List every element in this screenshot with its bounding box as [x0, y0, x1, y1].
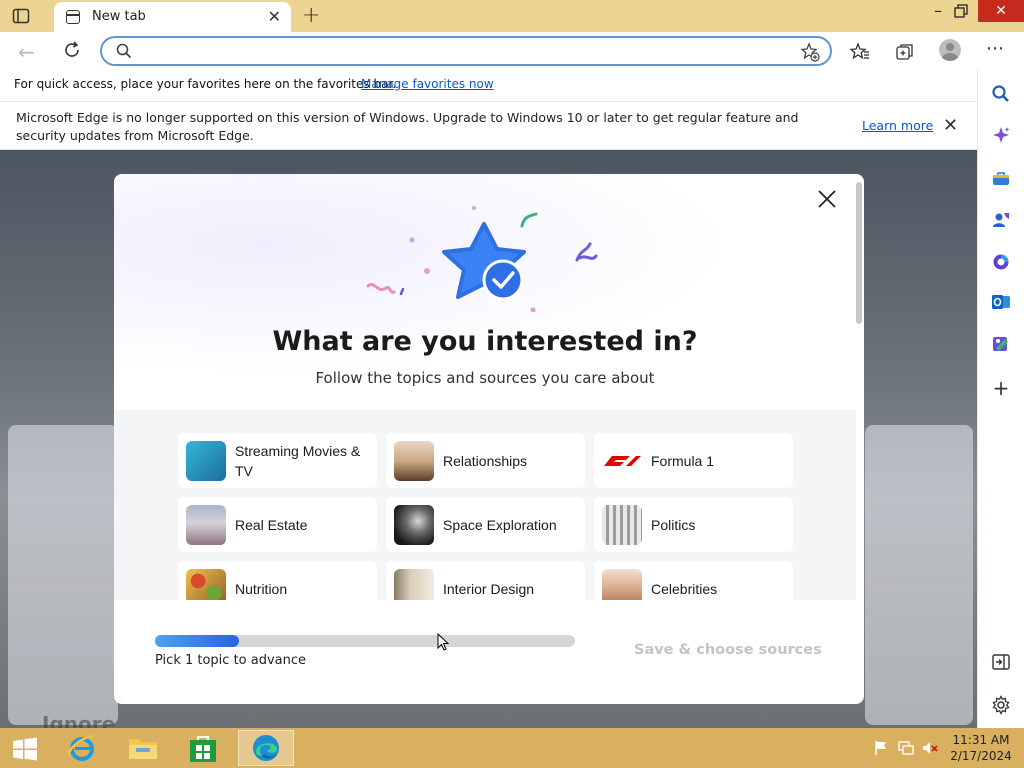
- collections-icon[interactable]: [895, 42, 915, 62]
- more-options-icon[interactable]: ⋯: [986, 38, 1005, 59]
- info-bar-close-icon[interactable]: ✕: [943, 115, 958, 136]
- topic-label: Real Estate: [235, 516, 308, 533]
- refresh-icon[interactable]: [62, 40, 82, 60]
- save-choose-sources-button[interactable]: Save & choose sources: [634, 642, 822, 658]
- topics-grid: Streaming Movies & TV Relationships Form…: [114, 410, 856, 600]
- formula1-logo: [604, 456, 641, 466]
- dialog-scrollbar[interactable]: [856, 182, 862, 324]
- edge-icon: [253, 735, 279, 761]
- store-icon: [190, 736, 216, 762]
- back-arrow-icon[interactable]: ←: [18, 40, 35, 64]
- space-thumb: [394, 505, 434, 545]
- favorites-icon[interactable]: [850, 42, 870, 62]
- system-clock[interactable]: 11:31 AM 2/17/2024: [948, 732, 1014, 764]
- add-favorite-icon[interactable]: [800, 42, 820, 62]
- tab-actions-icon[interactable]: [12, 7, 30, 25]
- title-bar: New tab ✕ + – ✕: [0, 0, 1024, 32]
- clock-date: 2/17/2024: [950, 749, 1012, 763]
- real-estate-thumb: [186, 505, 226, 545]
- folder-icon: [129, 739, 157, 759]
- internet-explorer-icon: [67, 734, 94, 761]
- action-center-flag-icon[interactable]: [873, 740, 889, 756]
- tools-person-icon[interactable]: [991, 210, 1011, 230]
- topic-formula1[interactable]: Formula 1: [594, 433, 793, 488]
- file-explorer-app[interactable]: [115, 730, 171, 766]
- tab-close-icon[interactable]: ✕: [268, 7, 281, 26]
- dialog-title: What are you interested in?: [272, 326, 698, 357]
- interior-thumb: [394, 569, 434, 600]
- profile-avatar[interactable]: [939, 39, 961, 61]
- manage-favorites-link[interactable]: Manage favorites now: [361, 77, 494, 91]
- topic-label: Politics: [651, 516, 696, 533]
- address-input[interactable]: [142, 42, 782, 62]
- unsupported-info-bar: Microsoft Edge is no longer supported on…: [0, 102, 977, 150]
- topic-interior-design[interactable]: Interior Design: [386, 561, 585, 600]
- topic-progress-fill: [155, 635, 239, 647]
- topic-celebrities[interactable]: Celebrities: [594, 561, 793, 600]
- star-checkmark-icon: [366, 206, 598, 312]
- copilot-sparkle-icon[interactable]: [991, 125, 1011, 145]
- dialog-subtitle: Follow the topics and sources you care a…: [315, 369, 655, 387]
- topic-streaming[interactable]: Streaming Movies & TV: [178, 433, 377, 488]
- volume-muted-icon[interactable]: [922, 740, 938, 756]
- edge-app[interactable]: [238, 730, 294, 766]
- streaming-thumb: [186, 441, 226, 481]
- sidebar-settings-gear-icon[interactable]: [991, 695, 1011, 715]
- shopping-bag-icon[interactable]: [991, 168, 1011, 188]
- topic-label: Nutrition: [235, 580, 288, 597]
- topic-relationships[interactable]: Relationships: [386, 433, 585, 488]
- topic-label: Interior Design: [443, 580, 535, 597]
- favorites-bar: For quick access, place your favorites h…: [0, 70, 977, 102]
- topic-real-estate[interactable]: Real Estate: [178, 497, 377, 552]
- tab-title: New tab: [92, 9, 146, 24]
- minimize-button[interactable]: –: [928, 1, 948, 20]
- favorites-bar-hint: For quick access, place your favorites h…: [14, 77, 397, 91]
- office-icon[interactable]: [991, 252, 1011, 272]
- topic-label: Streaming Movies & TV: [235, 442, 361, 479]
- restore-button[interactable]: [954, 4, 968, 18]
- celebrities-thumb: [602, 569, 642, 600]
- windows-start-icon[interactable]: [12, 737, 38, 761]
- designer-icon[interactable]: [991, 334, 1011, 354]
- search-icon: [116, 43, 132, 59]
- politics-thumb: [602, 505, 642, 545]
- internet-explorer-app[interactable]: [54, 730, 110, 766]
- sidebar-search-icon[interactable]: [991, 84, 1011, 104]
- dialog-close-icon[interactable]: [816, 188, 838, 210]
- clock-time: 11:31 AM: [952, 733, 1010, 747]
- edge-sidebar: +: [977, 70, 1024, 728]
- tab-new-tab[interactable]: New tab ✕: [54, 2, 291, 32]
- toolbar: ← ⋯: [0, 32, 1024, 70]
- new-tab-icon: [66, 10, 80, 24]
- topic-progress-bar: [155, 635, 575, 647]
- background-card-right: [865, 425, 973, 725]
- topic-politics[interactable]: Politics: [594, 497, 793, 552]
- topic-label: Celebrities: [651, 580, 718, 597]
- interests-dialog: What are you interested in? Follow the t…: [114, 174, 864, 704]
- close-window-button[interactable]: ✕: [978, 0, 1024, 22]
- address-bar[interactable]: [100, 36, 832, 66]
- relationships-thumb: [394, 441, 434, 481]
- topic-label: Relationships: [443, 452, 528, 469]
- outlook-icon[interactable]: [991, 292, 1011, 312]
- store-app[interactable]: [176, 730, 232, 766]
- background-ignore-text: Ignore: [42, 712, 116, 728]
- topic-nutrition[interactable]: Nutrition: [178, 561, 377, 600]
- topic-label: Formula 1: [651, 452, 715, 469]
- new-tab-button[interactable]: +: [302, 3, 320, 28]
- background-card-left: [8, 425, 118, 725]
- nutrition-thumb: [186, 569, 226, 600]
- mouse-cursor-icon: [437, 633, 449, 651]
- hide-sidebar-icon[interactable]: [991, 652, 1011, 672]
- topic-label: Space Exploration: [443, 516, 557, 533]
- info-bar-message: Microsoft Edge is no longer supported on…: [16, 110, 799, 143]
- sidebar-add-icon[interactable]: +: [991, 378, 1011, 398]
- learn-more-link[interactable]: Learn more: [862, 118, 933, 133]
- topic-space-exploration[interactable]: Space Exploration: [386, 497, 585, 552]
- windows-taskbar: 11:31 AM 2/17/2024: [0, 728, 1024, 768]
- network-icon[interactable]: [898, 740, 914, 756]
- progress-hint: Pick 1 topic to advance: [155, 653, 307, 668]
